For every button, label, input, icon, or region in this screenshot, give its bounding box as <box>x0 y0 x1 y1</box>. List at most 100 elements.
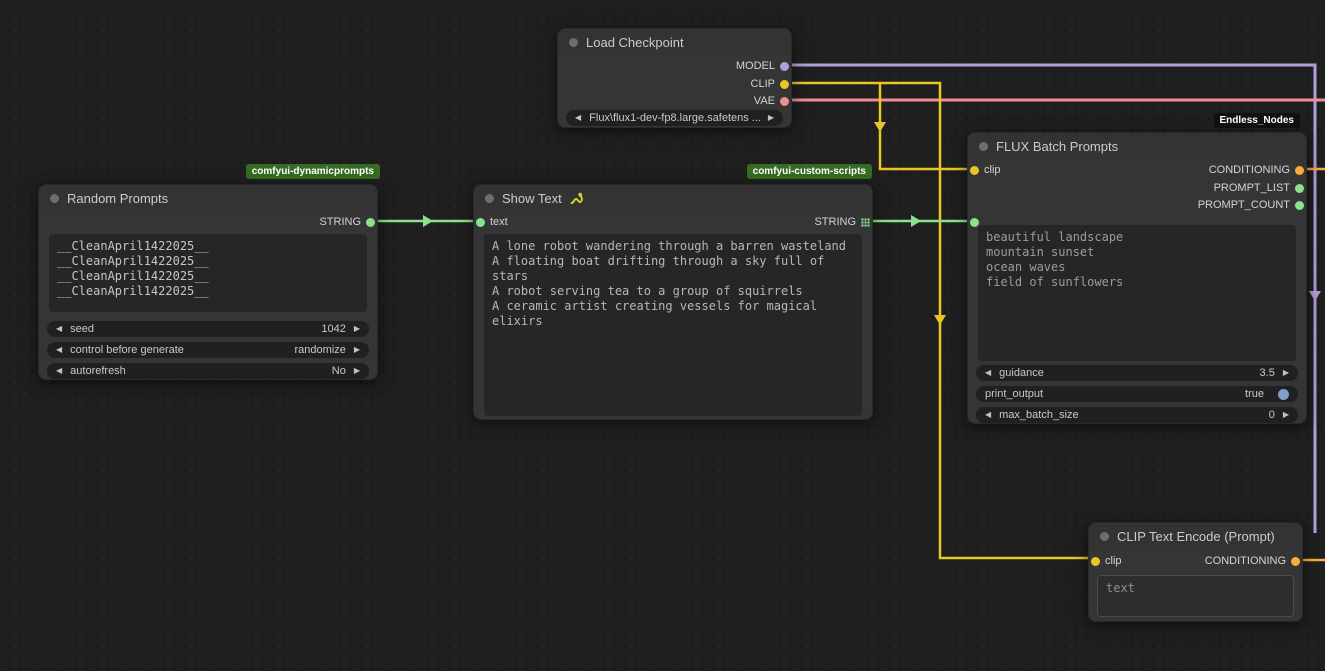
output-label-prompt-count: PROMPT_COUNT <box>1198 199 1290 211</box>
stepper-left-icon[interactable]: ◀ <box>56 325 62 333</box>
stepper-right-icon[interactable]: ▶ <box>354 346 360 354</box>
output-port-model[interactable] <box>780 62 789 71</box>
widget-value-ckpt: Flux\flux1-dev-fp8.large.safetens ... <box>589 112 760 124</box>
node-header[interactable]: Load Checkpoint <box>558 29 791 55</box>
shown-text-area[interactable]: A lone robot wandering through a barren … <box>484 234 862 416</box>
output-port-prompt-list[interactable] <box>1295 184 1304 193</box>
collapse-icon[interactable] <box>50 194 59 203</box>
toggle-on-icon[interactable] <box>1278 389 1289 400</box>
output-port-clip[interactable] <box>780 80 789 89</box>
output-label-conditioning: CONDITIONING <box>1209 164 1290 176</box>
output-row-prompt-count: PROMPT_COUNT <box>968 197 1306 213</box>
node-title: CLIP Text Encode (Prompt) <box>1117 529 1275 544</box>
io-row: text STRING <box>474 214 872 230</box>
widget-max-batch-size[interactable]: ◀ max_batch_size 0 ▶ <box>976 407 1298 423</box>
wire-arrow-model <box>1309 291 1321 301</box>
stepper-right-icon[interactable]: ▶ <box>768 114 774 122</box>
node-graph-canvas[interactable]: comfyui-dynamicprompts comfyui-custom-sc… <box>0 0 1325 671</box>
output-port-string-grid-icon[interactable] <box>861 218 870 227</box>
input-label-clip: clip <box>984 164 1001 176</box>
wire-arrow-clip-1 <box>874 122 886 132</box>
output-label-clip: CLIP <box>751 78 775 90</box>
widget-label-max-batch-size: max_batch_size <box>999 409 1079 421</box>
widget-label-control: control before generate <box>70 344 184 356</box>
output-port-string[interactable] <box>366 218 375 227</box>
node-title: FLUX Batch Prompts <box>996 139 1118 154</box>
stepper-right-icon[interactable]: ▶ <box>1283 369 1289 377</box>
input-port-clip[interactable] <box>1091 557 1100 566</box>
node-header[interactable]: Show Text <box>474 185 872 211</box>
node-flux-batch-prompts[interactable]: FLUX Batch Prompts clip CONDITIONING PRO… <box>967 132 1307 424</box>
input-port-text[interactable] <box>476 218 485 227</box>
widget-label-print-output: print_output <box>985 388 1043 400</box>
wire-clip-branch[interactable] <box>880 83 976 169</box>
stepper-left-icon[interactable]: ◀ <box>575 114 581 122</box>
widget-guidance[interactable]: ◀ guidance 3.5 ▶ <box>976 365 1298 381</box>
widget-ckpt-name[interactable]: ◀ Flux\flux1-dev-fp8.large.safetens ... … <box>566 110 783 126</box>
node-title: Show Text <box>502 191 562 206</box>
stepper-left-icon[interactable]: ◀ <box>56 346 62 354</box>
widget-value-seed: 1042 <box>321 323 345 335</box>
io-row-clip-conditioning: clip CONDITIONING <box>1089 553 1302 569</box>
output-label-string: STRING <box>319 216 361 228</box>
widget-label-guidance: guidance <box>999 367 1044 379</box>
widget-print-output[interactable]: print_output true <box>976 386 1298 402</box>
node-random-prompts[interactable]: Random Prompts STRING __CleanApril142202… <box>38 184 378 380</box>
node-load-checkpoint[interactable]: Load Checkpoint MODEL CLIP VAE ◀ Flux\fl… <box>557 28 792 128</box>
output-label-vae: VAE <box>754 95 775 107</box>
input-label-clip: clip <box>1105 555 1122 567</box>
collapse-icon[interactable] <box>485 194 494 203</box>
collapse-icon[interactable] <box>569 38 578 47</box>
widget-label-autorefresh: autorefresh <box>70 365 126 377</box>
output-row-string: STRING <box>39 214 377 230</box>
output-label-prompt-list: PROMPT_LIST <box>1214 182 1290 194</box>
collapse-icon[interactable] <box>979 142 988 151</box>
node-title: Random Prompts <box>67 191 168 206</box>
widget-value-control: randomize <box>294 344 345 356</box>
stepper-right-icon[interactable]: ▶ <box>1283 411 1289 419</box>
output-label-string: STRING <box>814 216 856 228</box>
widget-value-autorefresh: No <box>332 365 346 377</box>
node-badge-dynamicprompts: comfyui-dynamicprompts <box>246 164 380 179</box>
widget-control-before-generate[interactable]: ◀ control before generate randomize ▶ <box>47 342 369 358</box>
output-row-vae: VAE <box>558 93 791 109</box>
io-row-clip-conditioning: clip CONDITIONING <box>968 162 1306 178</box>
stepper-left-icon[interactable]: ◀ <box>56 367 62 375</box>
output-row-prompt-list: PROMPT_LIST <box>968 180 1306 196</box>
output-row-clip: CLIP <box>558 76 791 92</box>
snake-icon <box>570 192 584 205</box>
output-label-model: MODEL <box>736 60 775 72</box>
output-port-prompt-count[interactable] <box>1295 201 1304 210</box>
input-port-clip[interactable] <box>970 166 979 175</box>
wire-arrow-string-1 <box>423 215 433 227</box>
widget-autorefresh[interactable]: ◀ autorefresh No ▶ <box>47 363 369 379</box>
stepper-right-icon[interactable]: ▶ <box>354 325 360 333</box>
wire-arrow-clip-2 <box>934 315 946 325</box>
input-label-text: text <box>490 216 508 228</box>
widget-value-guidance: 3.5 <box>1260 367 1275 379</box>
output-port-vae[interactable] <box>780 97 789 106</box>
node-header[interactable]: Random Prompts <box>39 185 377 211</box>
node-header[interactable]: FLUX Batch Prompts <box>968 133 1306 159</box>
prompt-text-area[interactable]: __CleanApril1422025__ __CleanApril142202… <box>49 234 367 312</box>
collapse-icon[interactable] <box>1100 532 1109 541</box>
output-label-conditioning: CONDITIONING <box>1205 555 1286 567</box>
node-header[interactable]: CLIP Text Encode (Prompt) <box>1089 523 1302 549</box>
output-port-conditioning[interactable] <box>1295 166 1304 175</box>
input-port-text[interactable] <box>970 218 979 227</box>
widget-label-seed: seed <box>70 323 94 335</box>
stepper-right-icon[interactable]: ▶ <box>354 367 360 375</box>
node-badge-endless-nodes: Endless_Nodes <box>1214 113 1300 128</box>
stepper-left-icon[interactable]: ◀ <box>985 411 991 419</box>
wire-arrow-string-2 <box>911 215 921 227</box>
node-show-text[interactable]: Show Text text STRING A lone robot wande… <box>473 184 873 420</box>
widget-value-print-output: true <box>1245 388 1264 400</box>
output-row-model: MODEL <box>558 58 791 74</box>
encode-text-area[interactable]: text <box>1097 575 1294 617</box>
widget-seed[interactable]: ◀ seed 1042 ▶ <box>47 321 369 337</box>
output-port-conditioning[interactable] <box>1291 557 1300 566</box>
stepper-left-icon[interactable]: ◀ <box>985 369 991 377</box>
widget-value-max-batch-size: 0 <box>1269 409 1275 421</box>
batch-prompts-text-area[interactable]: beautiful landscape mountain sunset ocea… <box>978 225 1296 361</box>
node-clip-text-encode[interactable]: CLIP Text Encode (Prompt) clip CONDITION… <box>1088 522 1303 622</box>
